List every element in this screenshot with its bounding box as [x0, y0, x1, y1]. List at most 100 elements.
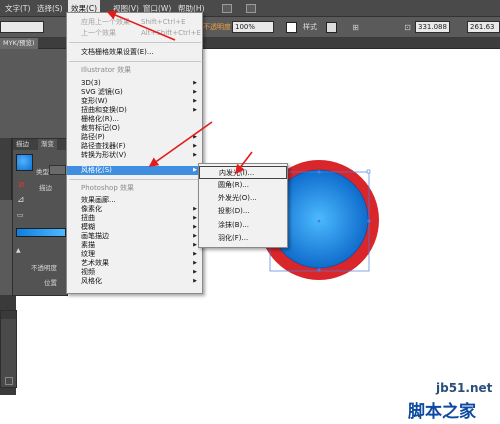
menu-apply-last-effect-label: 应用上一个效果	[81, 18, 130, 26]
submenu-arrow-icon: ▶	[193, 269, 197, 275]
menu-ps-distort[interactable]: 扭曲 ▶	[67, 214, 202, 223]
document-tab[interactable]: MYK/预览)	[0, 38, 38, 49]
gradient-angle-icon: ⊿	[17, 195, 25, 205]
submenu-arrow-icon: ▶	[193, 134, 197, 140]
align-icon[interactable]: ⊞	[350, 22, 361, 33]
gradient-slider[interactable]	[16, 228, 66, 237]
handle-top-right[interactable]	[366, 169, 371, 174]
menu-ps-stylize-label: 风格化	[81, 277, 102, 285]
menu-photoshop-header: Photoshop 效果	[81, 184, 135, 192]
opacity-field[interactable]: 100%	[232, 21, 274, 33]
menu-pixelate-label: 像素化	[81, 205, 102, 213]
menu-svg-filters[interactable]: SVG 滤镜(G) ▶	[67, 88, 202, 97]
menu-distort-transform[interactable]: 扭曲和变换(D) ▶	[67, 106, 202, 115]
gradient-stop-icon[interactable]: ▲	[16, 247, 21, 254]
menu-apply-last-effect[interactable]: 应用上一个效果 Shift+Ctrl+E	[67, 18, 202, 27]
menu-effect-gallery[interactable]: 效果画廊...	[67, 196, 202, 205]
submenu-outer-glow[interactable]: 外发光(O)...	[199, 192, 287, 205]
submenu-feather[interactable]: 羽化(F)...	[199, 232, 287, 245]
menu-crop-marks[interactable]: 裁剪标记(O)	[67, 124, 202, 133]
w-field[interactable]: 261.63	[467, 21, 500, 33]
submenu-arrow-icon: ▶	[193, 215, 197, 221]
submenu-round-corners[interactable]: 圆角(R)...	[199, 179, 287, 192]
x-field[interactable]: 331.088	[415, 21, 450, 33]
collapsed-panel-header	[1, 311, 16, 319]
menu-last-effect-label: 上一个效果	[81, 29, 116, 37]
tab-gradient[interactable]: 渐变	[38, 139, 57, 150]
anchor-right[interactable]	[367, 219, 371, 223]
menu-stylize[interactable]: 风格化(S) ▶	[67, 166, 202, 175]
menu-blur-label: 模糊	[81, 223, 95, 231]
submenu-arrow-icon: ▶	[193, 89, 197, 95]
submenu-arrow-icon: ▶	[193, 152, 197, 158]
menu-select[interactable]: 选择(S)	[34, 0, 66, 17]
submenu-arrow-icon: ▶	[193, 242, 197, 248]
panel-header: 描边 渐变	[13, 139, 67, 150]
none-icon[interactable]: ⊘	[18, 180, 25, 189]
menu-warp[interactable]: 变形(W) ▶	[67, 97, 202, 106]
arrange-documents-icon[interactable]	[246, 4, 256, 13]
style-picker[interactable]	[326, 22, 337, 33]
reference-point-icon[interactable]: ⊡	[402, 22, 413, 33]
style-label: 样式	[303, 23, 317, 31]
submenu-drop-shadow[interactable]: 投影(D)...	[199, 205, 287, 218]
menu-rasterize[interactable]: 栅格化(R)...	[67, 115, 202, 124]
gradient-type-dropdown[interactable]	[49, 165, 66, 175]
menu-type[interactable]: 文字(T)	[2, 0, 33, 17]
menu-pathfinder[interactable]: 路径查找器(F) ▶	[67, 142, 202, 151]
menu-texture[interactable]: 纹理 ▶	[67, 250, 202, 259]
effect-menu: 应用上一个效果 Shift+Ctrl+E 上一个效果 Alt+Shift+Ctr…	[66, 12, 203, 294]
submenu-scribble[interactable]: 涂抹(B)...	[199, 219, 287, 232]
opacity-label-panel: 不透明度	[31, 264, 57, 272]
stroke-label: 描边	[39, 184, 52, 192]
menu-path[interactable]: 路径(P) ▶	[67, 133, 202, 142]
menu-convert-to-shape-label: 转换为形状(V)	[81, 151, 127, 159]
aspect-ratio-icon: ▭	[17, 211, 24, 219]
gradient-type-label: 类型	[36, 168, 49, 176]
menu-blur[interactable]: 模糊 ▶	[67, 223, 202, 232]
submenu-arrow-icon: ▶	[193, 80, 197, 86]
graphic-style-swatch[interactable]	[286, 22, 297, 33]
stroke-weight-field[interactable]	[0, 21, 44, 33]
menu-artistic[interactable]: 艺术效果 ▶	[67, 259, 202, 268]
panel-dock-strip	[0, 138, 12, 200]
anchor-bottom[interactable]	[317, 268, 321, 272]
submenu-arrow-icon: ▶	[193, 206, 197, 212]
menu-3d-label: 3D(3)	[81, 79, 101, 87]
bridge-icon[interactable]	[222, 4, 232, 13]
menu-separator	[69, 179, 201, 180]
menu-document-raster-settings[interactable]: 文档栅格效果设置(E)...	[67, 48, 202, 57]
anchor-top[interactable]	[317, 170, 321, 174]
panel-box-icon[interactable]	[5, 377, 13, 385]
menu-stylize-label: 风格化(S)	[81, 166, 112, 174]
menu-sketch[interactable]: 素描 ▶	[67, 241, 202, 250]
submenu-arrow-icon: ▶	[193, 143, 197, 149]
submenu-inner-glow[interactable]: 内发光(I)...	[199, 166, 287, 179]
gradient-panel: 描边 渐变 类型 描边 ⊘ ⊿ ▭ ▲ 不透明度 位置	[12, 138, 68, 296]
menu-video[interactable]: 视频 ▶	[67, 268, 202, 277]
menu-ps-stylize[interactable]: 风格化 ▶	[67, 277, 202, 286]
submenu-arrow-icon: ▶	[193, 251, 197, 257]
opacity-label[interactable]: 不透明度	[203, 21, 231, 33]
menu-sketch-label: 素描	[81, 241, 95, 249]
menu-apply-last-effect-shortcut: Shift+Ctrl+E	[141, 18, 186, 26]
menu-last-effect[interactable]: 上一个效果 Alt+Shift+Ctrl+E	[67, 29, 202, 38]
menu-artistic-label: 艺术效果	[81, 259, 109, 267]
tab-stroke[interactable]: 描边	[13, 139, 32, 150]
submenu-arrow-icon: ▶	[193, 224, 197, 230]
menu-separator	[69, 61, 201, 62]
menu-3d[interactable]: 3D(3) ▶	[67, 79, 202, 88]
watermark-site: jb51.net	[436, 381, 493, 395]
submenu-arrow-icon: ▶	[193, 278, 197, 284]
menu-illustrator-header: Illustrator 效果	[81, 66, 132, 74]
menu-last-effect-shortcut: Alt+Shift+Ctrl+E	[141, 29, 201, 37]
menu-distort-transform-label: 扭曲和变换(D)	[81, 106, 127, 114]
menu-pixelate[interactable]: 像素化 ▶	[67, 205, 202, 214]
menu-video-label: 视频	[81, 268, 95, 276]
menu-brush-strokes[interactable]: 画笔描边 ▶	[67, 232, 202, 241]
gradient-swatch[interactable]	[16, 154, 33, 171]
menu-convert-to-shape[interactable]: 转换为形状(V) ▶	[67, 151, 202, 160]
position-label: 位置	[44, 279, 57, 287]
menu-warp-label: 变形(W)	[81, 97, 108, 105]
menu-svg-filters-label: SVG 滤镜(G)	[81, 88, 123, 96]
